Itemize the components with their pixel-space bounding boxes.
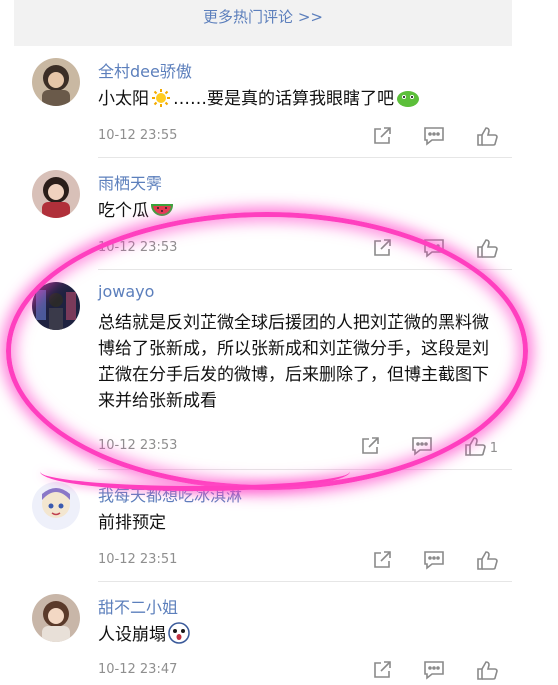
comment-item: 甜不二小姐 人设崩塌 10-12 23:47: [14, 582, 512, 685]
comment-text: 总结就是反刘芷微全球后援团的人把刘芷微的黑料微博给了张新成，所以张新成和刘芷微分…: [98, 313, 489, 411]
comment-text: 吃个瓜: [98, 198, 498, 228]
shocked-face-emoji-icon: [168, 622, 190, 652]
like-icon[interactable]: [476, 238, 498, 262]
share-icon[interactable]: [372, 126, 392, 150]
comment-item: 雨栖天霁 吃个瓜 10-12 23:53: [14, 158, 512, 270]
avatar[interactable]: [32, 170, 80, 218]
comment-icon[interactable]: [411, 436, 433, 460]
comment-icon[interactable]: [423, 126, 445, 150]
comment-icon[interactable]: [423, 238, 445, 262]
watermelon-emoji-icon: [150, 202, 174, 228]
comment-timestamp: 10-12 23:47: [98, 662, 178, 677]
avatar[interactable]: [32, 282, 80, 330]
like-icon[interactable]: [476, 660, 498, 684]
comment-text: 小太阳 ……要是真的话算我眼瞎了吧: [98, 86, 498, 116]
share-icon[interactable]: [372, 660, 392, 684]
sun-emoji-icon: [151, 88, 171, 116]
comment-timestamp: 10-12 23:51: [98, 552, 178, 567]
more-hot-comments-link[interactable]: 更多热门评论 >>: [203, 6, 323, 27]
comment-username[interactable]: 雨栖天霁: [98, 170, 162, 194]
avatar[interactable]: [32, 482, 80, 530]
share-icon[interactable]: [372, 550, 392, 574]
comment-timestamp: 10-12 23:53: [98, 438, 178, 453]
comment-text: 人设崩塌: [98, 622, 498, 652]
like-icon[interactable]: [476, 126, 498, 150]
comment-item: 全村dee骄傲 小太阳 ……要是真的话算我眼瞎了吧 10-12 23:55: [14, 46, 512, 158]
more-hot-comments-bar: 更多热门评论 >>: [14, 0, 512, 40]
like-count: 1: [489, 440, 498, 456]
comment-username[interactable]: 甜不二小姐: [98, 594, 178, 618]
avatar[interactable]: [32, 58, 80, 106]
like-icon[interactable]: [476, 550, 498, 574]
share-icon[interactable]: [360, 436, 380, 460]
green-face-emoji-icon: [396, 88, 420, 116]
comment-actions: 1: [334, 436, 498, 458]
comment-username[interactable]: 全村dee骄傲: [98, 58, 192, 82]
comment-timestamp: 10-12 23:53: [98, 240, 178, 255]
comment-actions: [346, 238, 498, 260]
comment-icon[interactable]: [423, 550, 445, 574]
comment-actions: [346, 550, 498, 572]
comment-feed: 更多热门评论 >> 全村dee骄傲 小太阳 ……要是真的话算我眼瞎了吧 10-12…: [14, 0, 512, 685]
share-icon[interactable]: [372, 238, 392, 262]
comment-username[interactable]: jowayo: [98, 282, 154, 301]
avatar[interactable]: [32, 594, 80, 642]
comment-actions: [346, 660, 498, 682]
comment-item: 我每天都想吃冰淇淋 前排预定 10-12 23:51: [14, 470, 512, 582]
comment-actions: [346, 126, 498, 148]
comment-text: 前排预定: [98, 513, 166, 533]
comment-icon[interactable]: [423, 660, 445, 684]
comment-username[interactable]: 我每天都想吃冰淇淋: [98, 482, 242, 506]
like-icon[interactable]: [464, 436, 486, 460]
comment-item: jowayo 总结就是反刘芷微全球后援团的人把刘芷微的黑料微博给了张新成，所以张…: [14, 270, 512, 470]
comment-timestamp: 10-12 23:55: [98, 128, 178, 143]
